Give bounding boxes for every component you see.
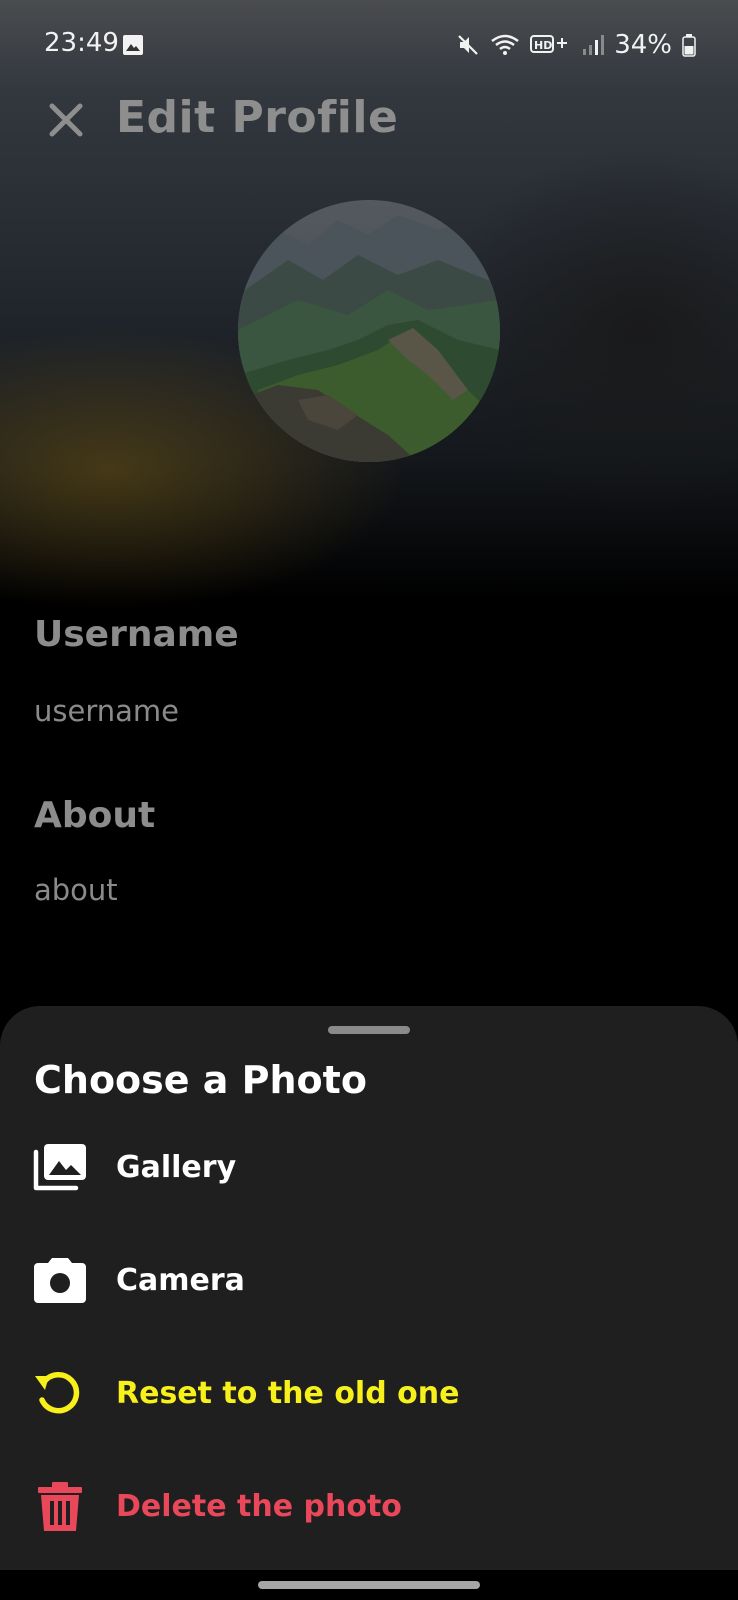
sheet-title: Choose a Photo bbox=[34, 1058, 367, 1102]
image-icon bbox=[123, 35, 143, 55]
delete-label: Delete the photo bbox=[116, 1489, 402, 1524]
mountain-landscape-photo bbox=[238, 200, 500, 462]
camera-icon bbox=[34, 1258, 86, 1303]
drag-handle[interactable] bbox=[328, 1026, 410, 1034]
trash-icon bbox=[38, 1482, 82, 1531]
about-field[interactable]: about bbox=[34, 873, 118, 907]
home-indicator[interactable] bbox=[258, 1581, 480, 1589]
battery-icon bbox=[682, 34, 696, 57]
signal-icon bbox=[583, 35, 605, 55]
app-bar: Edit Profile bbox=[0, 80, 738, 160]
reset-label: Reset to the old one bbox=[116, 1376, 460, 1411]
reset-icon bbox=[35, 1371, 80, 1414]
choose-photo-sheet: Choose a Photo Gallery Camera Reset to t… bbox=[0, 1006, 738, 1570]
gesture-nav-bar bbox=[0, 1570, 738, 1600]
page-title: Edit Profile bbox=[116, 92, 399, 143]
gallery-label: Gallery bbox=[116, 1150, 237, 1185]
wifi-icon bbox=[491, 34, 519, 55]
username-label: Username bbox=[34, 614, 239, 655]
about-label: About bbox=[34, 795, 156, 836]
gallery-option[interactable]: Gallery bbox=[0, 1118, 738, 1218]
delete-option[interactable]: Delete the photo bbox=[0, 1457, 738, 1557]
mute-icon bbox=[458, 35, 478, 55]
hd-voice-icon: HD bbox=[530, 35, 568, 53]
status-time: 23:49 bbox=[44, 28, 119, 58]
reset-option[interactable]: Reset to the old one bbox=[0, 1344, 738, 1444]
status-icons: HD 34% bbox=[456, 28, 696, 62]
camera-option[interactable]: Camera bbox=[0, 1231, 738, 1331]
profile-avatar[interactable] bbox=[238, 200, 500, 462]
battery-percent: 34% bbox=[614, 30, 672, 60]
close-icon[interactable] bbox=[46, 100, 86, 140]
svg-text:HD: HD bbox=[534, 39, 552, 52]
status-bar: 23:49 HD 34% bbox=[0, 0, 738, 90]
gallery-icon bbox=[33, 1144, 86, 1191]
camera-label: Camera bbox=[116, 1263, 245, 1298]
username-field[interactable]: username bbox=[34, 694, 179, 728]
